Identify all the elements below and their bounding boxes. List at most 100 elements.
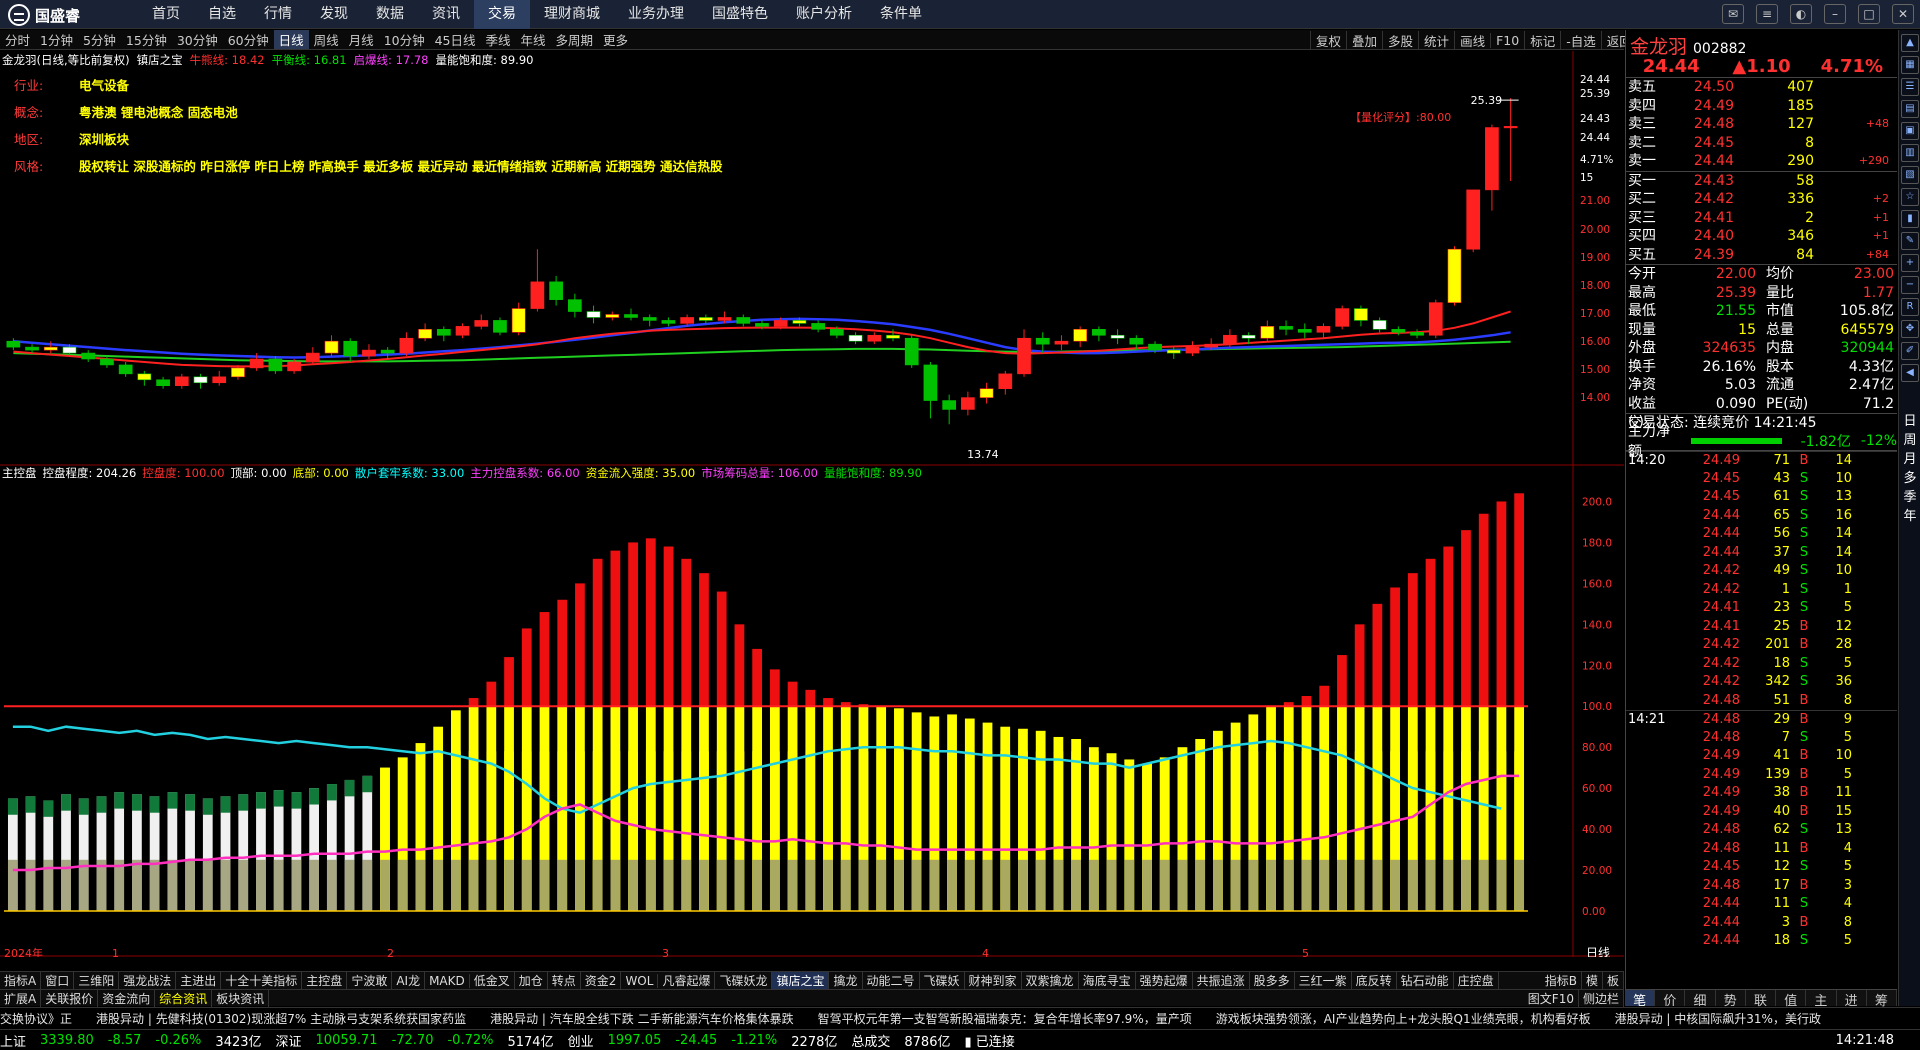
period-3[interactable]: 15分钟 <box>121 30 172 49</box>
period-vertical-item[interactable]: 月 <box>1899 450 1920 469</box>
indicator-tab[interactable]: 动能二号 <box>863 972 920 989</box>
chart-tool-1[interactable]: 叠加 <box>1346 30 1382 50</box>
orderbook-row[interactable]: 卖四 24.49 185 <box>1626 97 1897 116</box>
period-2[interactable]: 5分钟 <box>78 30 121 49</box>
chart-tool-6[interactable]: 标记 <box>1524 30 1560 50</box>
extension-tab[interactable]: 综合资讯 <box>155 989 213 1007</box>
grid-icon[interactable]: ▤ <box>1901 100 1919 118</box>
period-0[interactable]: 分时 <box>0 30 35 49</box>
indicator-tab[interactable]: 镇店之宝 <box>772 972 830 989</box>
extension-tab[interactable]: 资金流向 <box>98 989 156 1007</box>
indicator-tab[interactable]: 财神到家 <box>965 972 1022 989</box>
orderbook-row[interactable]: 买一 24.43 58 <box>1626 172 1897 191</box>
period-12[interactable]: 年线 <box>516 30 551 49</box>
indicator-tab[interactable]: 庄控盘 <box>1454 972 1499 989</box>
chart-tool-2[interactable]: 多股 <box>1382 30 1418 50</box>
extension-tab-right[interactable]: 侧边栏 <box>1579 989 1624 1007</box>
minimize-icon[interactable]: – <box>1824 4 1846 24</box>
chart-tool-0[interactable]: 复权 <box>1310 30 1346 50</box>
maximize-icon[interactable]: □ <box>1858 4 1880 24</box>
ticker-item[interactable]: 港股异动 | 汽车股全线下跌 二手新能源汽车价格集体暴跌 <box>490 1010 794 1027</box>
quote-tab[interactable]: 进 <box>1837 990 1867 1009</box>
quote-tab[interactable]: 主 <box>1806 990 1837 1009</box>
tick-list[interactable]: 14:20 24.49 71 B 14 24.45 43 S 10 24.45 61 S 13 24.44… <box>1626 451 1897 951</box>
menu-item-7[interactable]: 理财商城 <box>530 0 614 29</box>
indicator-tab[interactable]: 宁波敢 <box>347 972 393 989</box>
period-vertical-item[interactable]: 多 <box>1899 469 1920 488</box>
orderbook-row[interactable]: 买三 24.41 2 +1 <box>1626 209 1897 228</box>
quote-tab[interactable]: 筹 <box>1867 990 1897 1009</box>
menu-item-4[interactable]: 数据 <box>362 0 418 29</box>
chevron-left-icon[interactable]: ◀ <box>1901 364 1919 382</box>
indicator-tab[interactable]: MAKD <box>425 973 470 988</box>
period-8[interactable]: 月线 <box>344 30 379 49</box>
close-icon[interactable]: ✕ <box>1892 4 1914 24</box>
sz-index-label[interactable]: 深证 <box>276 1031 302 1050</box>
menu-item-2[interactable]: 行情 <box>250 0 306 29</box>
move-icon[interactable]: ✥ <box>1901 320 1919 338</box>
orderbook-row[interactable]: 卖三 24.48 127 +48 <box>1626 115 1897 134</box>
chart-tool-3[interactable]: 统计 <box>1418 30 1454 50</box>
orderbook-row[interactable]: 买五 24.39 84 +84 <box>1626 246 1897 265</box>
menu-item-9[interactable]: 国盛特色 <box>698 0 782 29</box>
skin-icon[interactable]: ◐ <box>1790 4 1812 24</box>
pen-icon[interactable]: ✐ <box>1901 342 1919 360</box>
period-9[interactable]: 10分钟 <box>379 30 430 49</box>
period-1[interactable]: 1分钟 <box>35 30 78 49</box>
menu-item-8[interactable]: 业务办理 <box>614 0 698 29</box>
quote-tab[interactable]: 势 <box>1716 990 1746 1009</box>
orderbook-row[interactable]: 卖一 24.44 290 +290 <box>1626 152 1897 171</box>
period-10[interactable]: 45日线 <box>430 30 481 49</box>
indicator-tab[interactable]: 钻石动能 <box>1397 972 1454 989</box>
indicator-tab[interactable]: 主控盘 <box>302 972 348 989</box>
menu-item-5[interactable]: 资讯 <box>418 0 474 29</box>
indicator-tab[interactable]: 加仓 <box>515 972 548 989</box>
chart-tool-4[interactable]: 画线 <box>1454 30 1490 50</box>
quote-tab[interactable]: 联 <box>1746 990 1777 1009</box>
indicator-tab[interactable]: 海底寻宝 <box>1079 972 1136 989</box>
period-5[interactable]: 60分钟 <box>223 30 274 49</box>
period-7[interactable]: 周线 <box>309 30 344 49</box>
star-icon[interactable]: ☆ <box>1901 188 1919 206</box>
indicator-tab[interactable]: 双紫擒龙 <box>1022 972 1079 989</box>
orderbook-row[interactable]: 买四 24.40 346 +1 <box>1626 227 1897 246</box>
indicator-tab[interactable]: 底反转 <box>1352 972 1397 989</box>
menu-item-3[interactable]: 发现 <box>306 0 362 29</box>
zoom-out-icon[interactable]: − <box>1901 276 1919 294</box>
quote-tab[interactable]: 笔 <box>1625 990 1656 1009</box>
menu-icon[interactable]: ≡ <box>1756 4 1778 24</box>
period-13[interactable]: 多周期 <box>551 30 599 49</box>
indicator-tab[interactable]: 指标A <box>0 972 42 989</box>
indicator-tab[interactable]: AI龙 <box>392 972 426 989</box>
indicator-tab-right[interactable]: 指标B <box>1541 972 1582 989</box>
quote-tab[interactable]: 细 <box>1685 990 1716 1009</box>
menu-item-6[interactable]: 交易 <box>474 0 530 29</box>
main-legend-item[interactable]: 金龙羽(日线,等比前复权) <box>2 52 130 68</box>
indicator-tab[interactable]: 三红一紫 <box>1295 972 1352 989</box>
layout-icon[interactable]: ▥ <box>1901 144 1919 162</box>
cy-index-label[interactable]: 创业 <box>568 1031 594 1050</box>
kline-chart[interactable]: 25.39 13.74 【量化评分】:80.00 24.44 25.39 24.43 24.… <box>0 51 1624 957</box>
orderbook-row[interactable]: 买二 24.42 336 +2 <box>1626 190 1897 209</box>
indicator-tab[interactable]: 股多多 <box>1250 972 1295 989</box>
bars-icon[interactable]: ▮ <box>1901 210 1919 228</box>
zoom-in-icon[interactable]: + <box>1901 254 1919 272</box>
ticker-item[interactable]: 港股异动 | 先健科技(01302)现涨超7% 主动脉弓支架系统获国家药监 <box>96 1010 466 1027</box>
indicator-tab[interactable]: 凡睿起爆 <box>658 972 716 989</box>
menu-item-1[interactable]: 自选 <box>194 0 250 29</box>
indicator-tab[interactable]: 强势起爆 <box>1136 972 1193 989</box>
rsi-icon[interactable]: R <box>1901 298 1919 316</box>
main-legend-item[interactable]: 镇店之宝 <box>137 52 183 68</box>
period-vertical-item[interactable]: 周 <box>1899 431 1920 450</box>
indicator-tab-right[interactable]: 板 <box>1603 972 1624 989</box>
news-ticker[interactable]: 交换协议》正 港股异动 | 先健科技(01302)现涨超7% 主动脉弓支架系统获国… <box>0 1007 1920 1029</box>
orderbook-row[interactable]: 卖二 24.45 8 <box>1626 134 1897 153</box>
indicator-tab[interactable]: 强龙战法 <box>119 972 177 989</box>
chart-type-icon[interactable]: ▦ <box>1901 56 1919 74</box>
period-11[interactable]: 季线 <box>481 30 516 49</box>
extension-tab[interactable]: 扩展A <box>0 989 42 1007</box>
period-vertical-item[interactable]: 季 <box>1899 488 1920 507</box>
period-14[interactable]: 更多 <box>598 30 633 49</box>
extension-tab[interactable]: 关联报价 <box>41 989 99 1007</box>
period-6[interactable]: 日线 <box>273 30 309 49</box>
